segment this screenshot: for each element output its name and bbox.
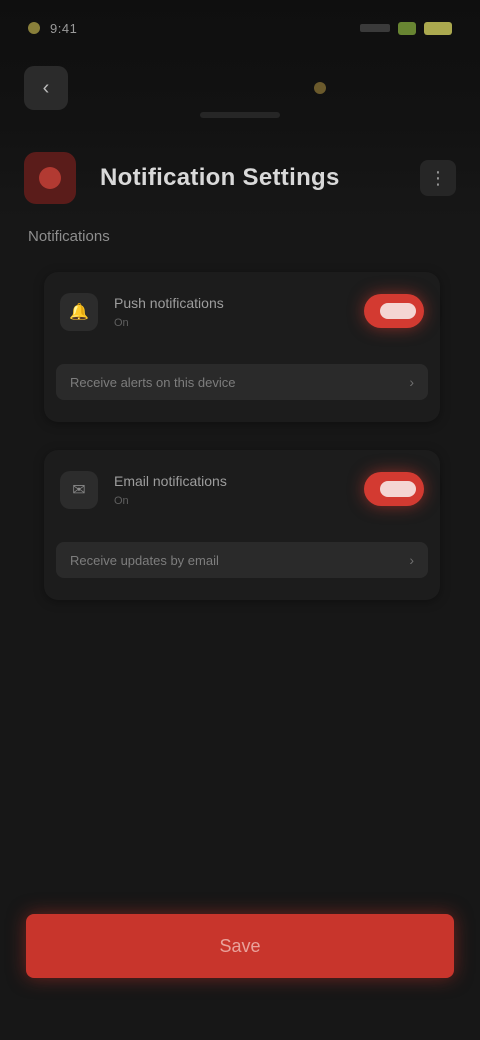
page-title: Notification Settings	[100, 164, 340, 191]
email-detail-row[interactable]: Receive updates by email ›	[56, 542, 428, 578]
app-icon-dot	[39, 167, 61, 189]
mail-icon: ✉	[60, 471, 98, 509]
divider	[200, 112, 280, 118]
card-title: Push notifications	[114, 295, 224, 311]
settings-screen: 9:41 ‹ Notification Settings ⋮ Notificat…	[0, 0, 480, 1040]
status-bar: 9:41	[0, 0, 480, 56]
status-right	[360, 21, 452, 35]
chevron-left-icon: ‹	[42, 76, 50, 99]
field-text: Receive updates by email	[70, 552, 219, 568]
email-toggle[interactable]	[364, 472, 424, 506]
signal-icon	[360, 24, 390, 32]
chevron-right-icon: ›	[409, 552, 414, 568]
status-left: 9:41	[28, 21, 77, 36]
status-time: 9:41	[50, 20, 78, 36]
status-indicator-icon	[28, 22, 40, 34]
card-text: Push notifications On	[114, 295, 224, 329]
back-button[interactable]: ‹	[24, 66, 68, 110]
toggle-knob	[380, 481, 416, 497]
battery-icon	[424, 21, 452, 35]
card-header: ✉ Email notifications On	[60, 466, 424, 514]
app-icon	[24, 152, 76, 204]
toggle-knob	[380, 303, 416, 319]
card-text: Email notifications On	[114, 473, 227, 507]
top-toolbar: ‹	[0, 60, 480, 116]
wifi-icon	[398, 21, 416, 35]
card-title: Email notifications	[114, 473, 227, 489]
push-detail-row[interactable]: Receive alerts on this device ›	[56, 364, 428, 400]
more-button[interactable]: ⋮	[420, 160, 456, 196]
card-header: 🔔 Push notifications On	[60, 288, 424, 336]
section-label: Notifications	[28, 228, 110, 245]
chevron-right-icon: ›	[409, 374, 414, 390]
toolbar-indicator-icon	[314, 82, 326, 94]
more-icon: ⋮	[429, 167, 447, 188]
bell-icon: 🔔	[60, 293, 98, 331]
save-button[interactable]: Save	[26, 914, 454, 978]
settings-card-email: ✉ Email notifications On Receive updates…	[44, 450, 440, 600]
settings-card-push: 🔔 Push notifications On Receive alerts o…	[44, 272, 440, 422]
header-row: Notification Settings ⋮	[24, 150, 456, 206]
card-subtitle: On	[114, 317, 129, 329]
push-toggle[interactable]	[364, 294, 424, 328]
card-subtitle: On	[114, 495, 129, 507]
field-text: Receive alerts on this device	[70, 374, 236, 390]
